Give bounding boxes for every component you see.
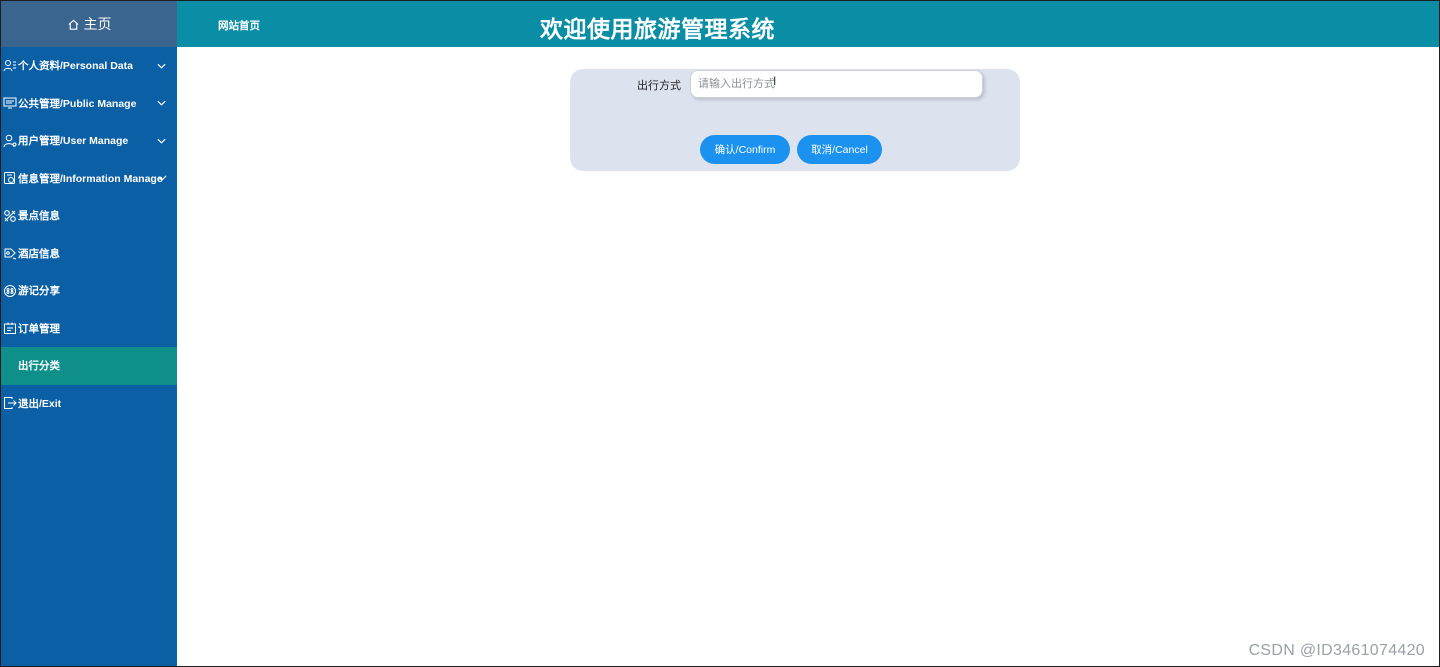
travel-mode-label: 出行方式 (637, 80, 681, 92)
home-label: 主页 (83, 16, 112, 32)
sidebar-item-label: 景点信息 (18, 210, 60, 223)
sidebar-item-exit[interactable]: 退出/Exit (1, 385, 177, 423)
hotel-icon (2, 245, 18, 261)
share-icon (2, 283, 18, 299)
sidebar-item-label: 公共管理/Public Manage (18, 97, 137, 110)
sidebar-item-label: 订单管理 (18, 322, 60, 335)
travel-mode-input[interactable] (690, 70, 983, 98)
watermark-text: CSDN @ID3461074420 (1248, 642, 1425, 659)
user-icon (2, 133, 18, 149)
home-icon (67, 19, 79, 30)
user-list-icon (2, 58, 18, 74)
chevron-down-icon (159, 175, 167, 182)
sidebar-item-personal-data[interactable]: 个人资料/Personal Data (1, 47, 177, 85)
sidebar-item-label: 出行分类 (18, 360, 60, 373)
sidebar-item-travel-share[interactable]: 游记分享 (1, 272, 177, 310)
chevron-down-icon (157, 138, 166, 144)
confirm-button[interactable]: 确认/Confirm (700, 135, 790, 164)
scenic-icon (2, 208, 18, 224)
sidebar-item-label: 酒店信息 (18, 247, 60, 260)
monitor-icon (2, 95, 18, 111)
sidebar-item-label: 信息管理/Information Manage (18, 172, 163, 185)
sidebar: 主页 个人资料/Personal Data 公共管理/Public Manage… (1, 1, 177, 666)
top-header: 网站首页 欢迎使用旅游管理系统 (177, 1, 1439, 47)
sidebar-item-label: 个人资料/Personal Data (18, 60, 133, 73)
exit-icon (2, 395, 18, 411)
sidebar-item-public-manage[interactable]: 公共管理/Public Manage (1, 85, 177, 123)
sidebar-item-hotel-info[interactable]: 酒店信息 (1, 235, 177, 273)
page-title: 欢迎使用旅游管理系统 (540, 16, 775, 42)
sidebar-item-scenic-info[interactable]: 景点信息 (1, 197, 177, 235)
sidebar-home[interactable]: 主页 (1, 1, 177, 47)
sidebar-item-label: 用户管理/User Manage (18, 135, 129, 148)
order-icon (2, 320, 18, 336)
sidebar-item-travel-category[interactable]: 出行分类 (1, 347, 177, 385)
sidebar-item-label: 游记分享 (18, 285, 60, 298)
app-window: 主页 个人资料/Personal Data 公共管理/Public Manage… (0, 0, 1440, 667)
sidebar-item-information-manage[interactable]: 信息管理/Information Manage (1, 160, 177, 198)
sidebar-item-order-manage[interactable]: 订单管理 (1, 310, 177, 348)
sidebar-item-label: 退出/Exit (18, 397, 62, 410)
breadcrumb-home-link[interactable]: 网站首页 (218, 18, 260, 33)
chevron-down-icon (157, 100, 166, 106)
cancel-button[interactable]: 取消/Cancel (797, 135, 882, 164)
form-card: 出行方式 I 确认/Confirm 取消/Cancel (570, 69, 1020, 171)
sidebar-item-user-manage[interactable]: 用户管理/User Manage (1, 122, 177, 160)
document-settings-icon (2, 170, 18, 186)
chevron-down-icon (157, 63, 166, 69)
